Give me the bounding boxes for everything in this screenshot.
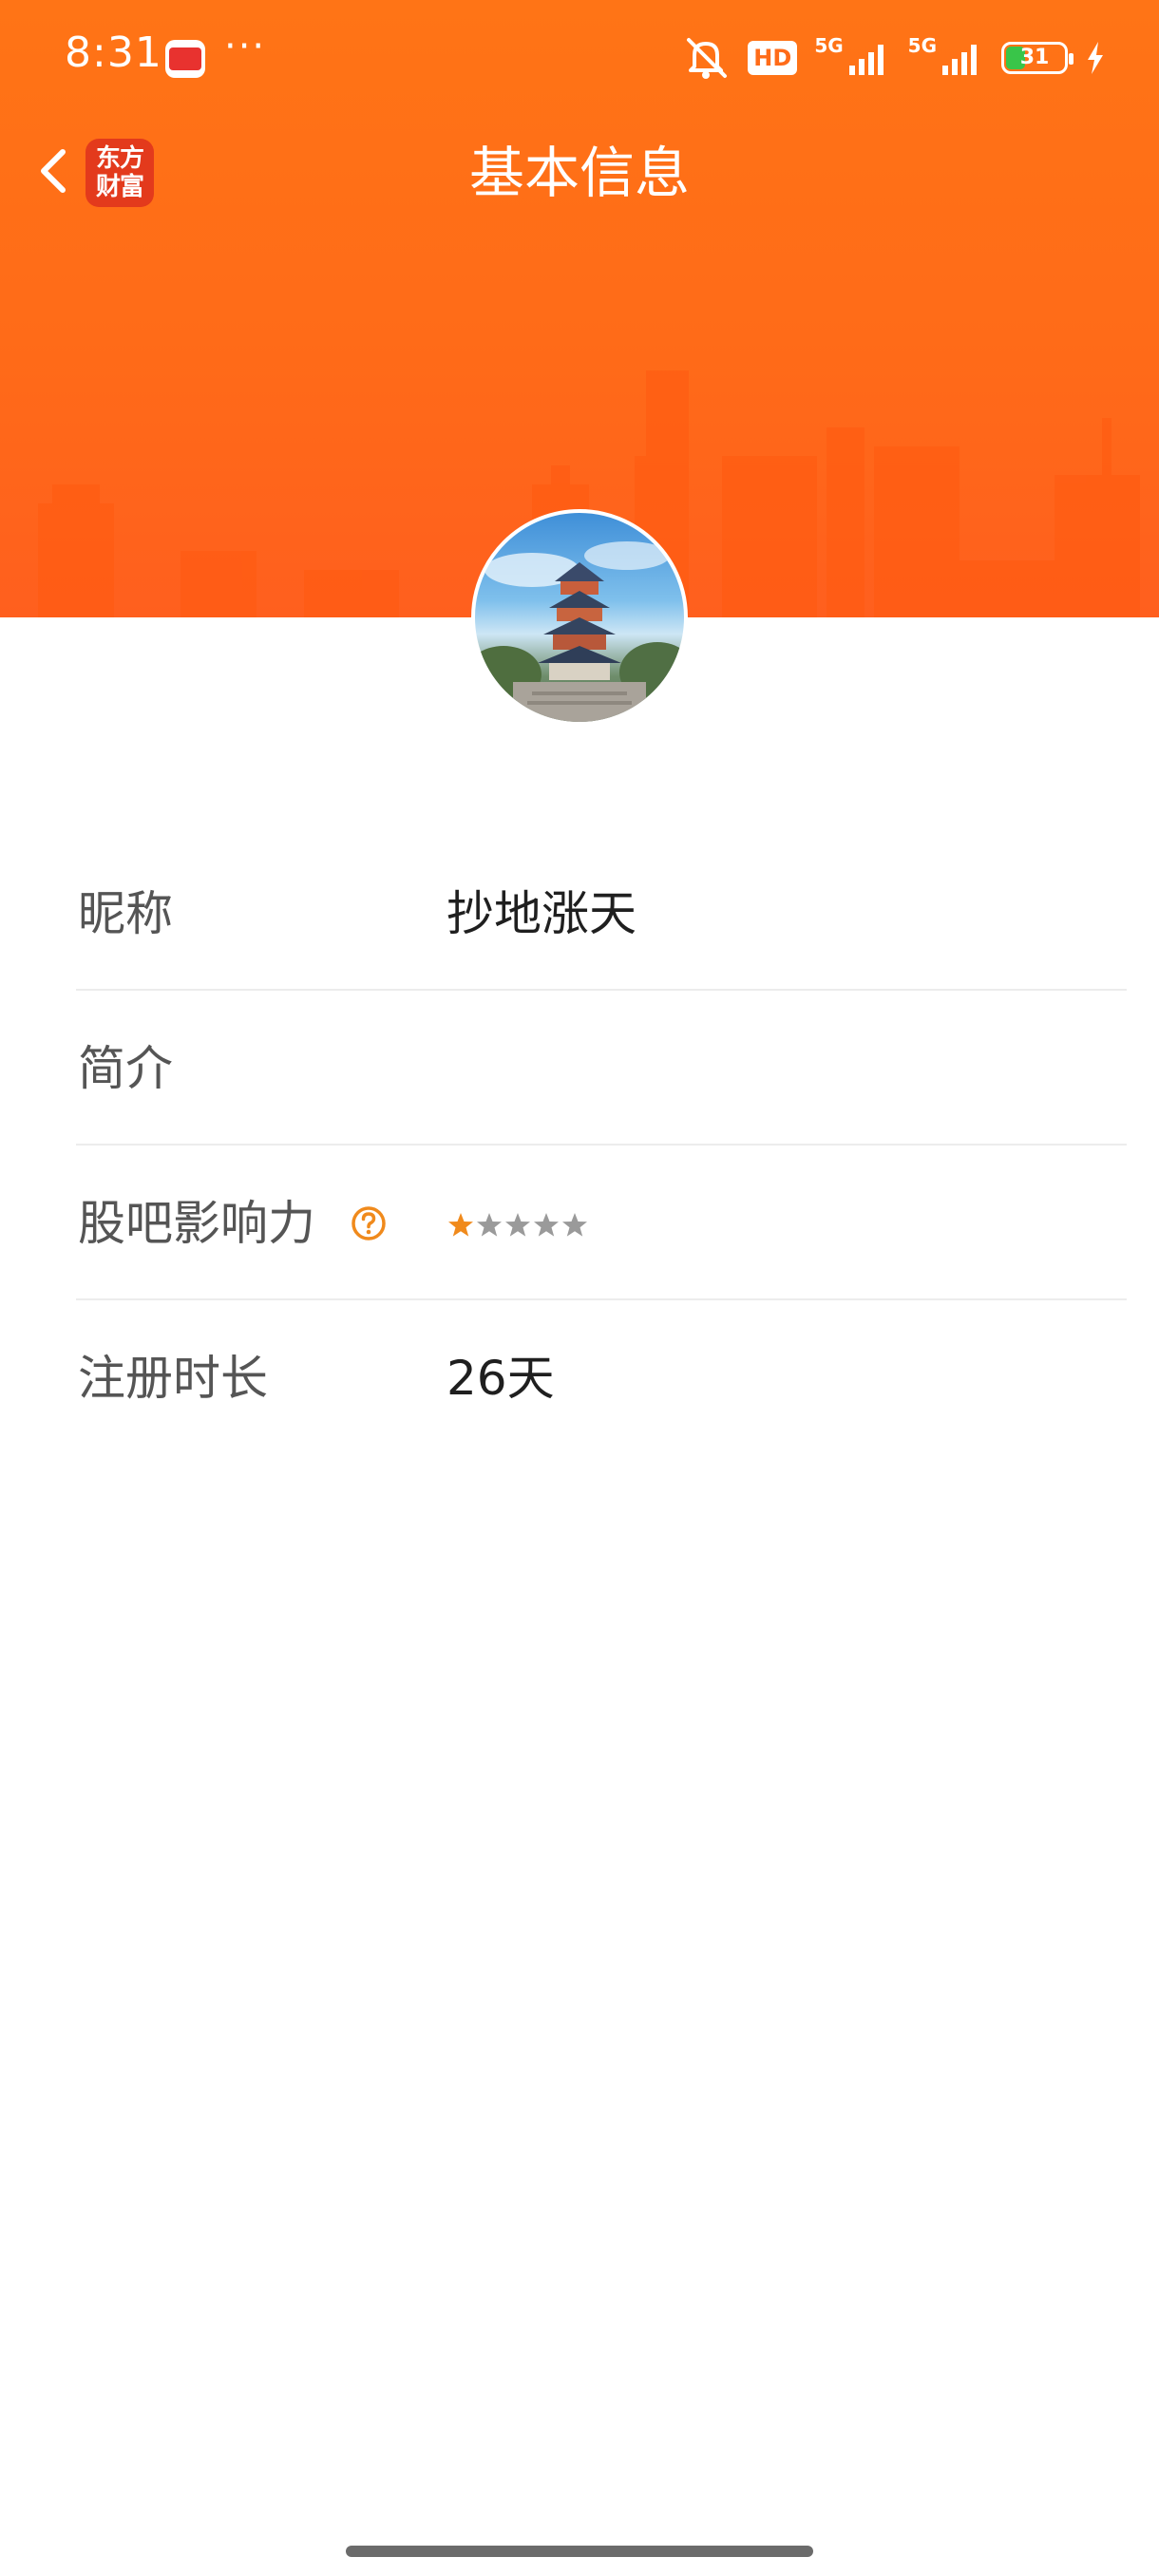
registration-value: 26天 bbox=[446, 1351, 555, 1406]
status-bar: 8:31 ··· HD 5G 5G 31 bbox=[0, 0, 1159, 114]
registration-label: 注册时长 bbox=[78, 1351, 268, 1406]
profile-basic-info-screen: 8:31 ··· HD 5G 5G 31 东方 财富 基本信息 昵称 抄地涨天 … bbox=[0, 0, 1159, 2576]
signal-icon-2 bbox=[942, 45, 977, 75]
signal-icon bbox=[848, 45, 884, 75]
influence-label: 股吧影响力 bbox=[78, 1196, 315, 1251]
star-empty-icon bbox=[534, 1213, 559, 1237]
more-notifications-icon: ··· bbox=[224, 25, 267, 68]
hd-voice-badge: HD bbox=[748, 41, 798, 75]
star-empty-icon bbox=[477, 1213, 502, 1237]
profile-photo bbox=[475, 541, 684, 722]
avatar[interactable] bbox=[471, 509, 688, 726]
info-row-registration: 注册时长 26天 bbox=[76, 1300, 1127, 1455]
star-empty-icon bbox=[505, 1213, 530, 1237]
battery-level: 31 bbox=[1019, 46, 1050, 69]
influence-rating bbox=[446, 1204, 589, 1242]
toutiao-app-icon bbox=[165, 40, 205, 78]
status-time: 8:31 bbox=[65, 28, 162, 77]
star-empty-icon bbox=[562, 1213, 587, 1237]
charging-icon bbox=[1088, 42, 1103, 74]
profile-info-list: 昵称 抄地涨天 简介 股吧影响力 注册时长 26天 bbox=[76, 836, 1127, 1455]
question-circle-icon[interactable] bbox=[350, 1204, 388, 1242]
network-type-label-2: 5G bbox=[907, 34, 937, 57]
nickname-label: 昵称 bbox=[78, 886, 173, 941]
home-indicator[interactable] bbox=[346, 2546, 813, 2557]
nickname-value: 抄地涨天 bbox=[446, 886, 636, 941]
status-icons: HD 5G 5G 31 bbox=[681, 34, 1106, 82]
page-title: 基本信息 bbox=[468, 141, 690, 205]
star-filled-icon bbox=[448, 1213, 473, 1237]
info-row-nickname[interactable]: 昵称 抄地涨天 bbox=[76, 836, 1127, 991]
network-type-label: 5G bbox=[814, 34, 844, 57]
bio-label: 简介 bbox=[78, 1041, 173, 1096]
battery-icon: 31 bbox=[1001, 42, 1074, 74]
mute-icon bbox=[687, 38, 728, 79]
info-row-influence: 股吧影响力 bbox=[76, 1146, 1127, 1300]
info-row-bio[interactable]: 简介 bbox=[76, 991, 1127, 1146]
